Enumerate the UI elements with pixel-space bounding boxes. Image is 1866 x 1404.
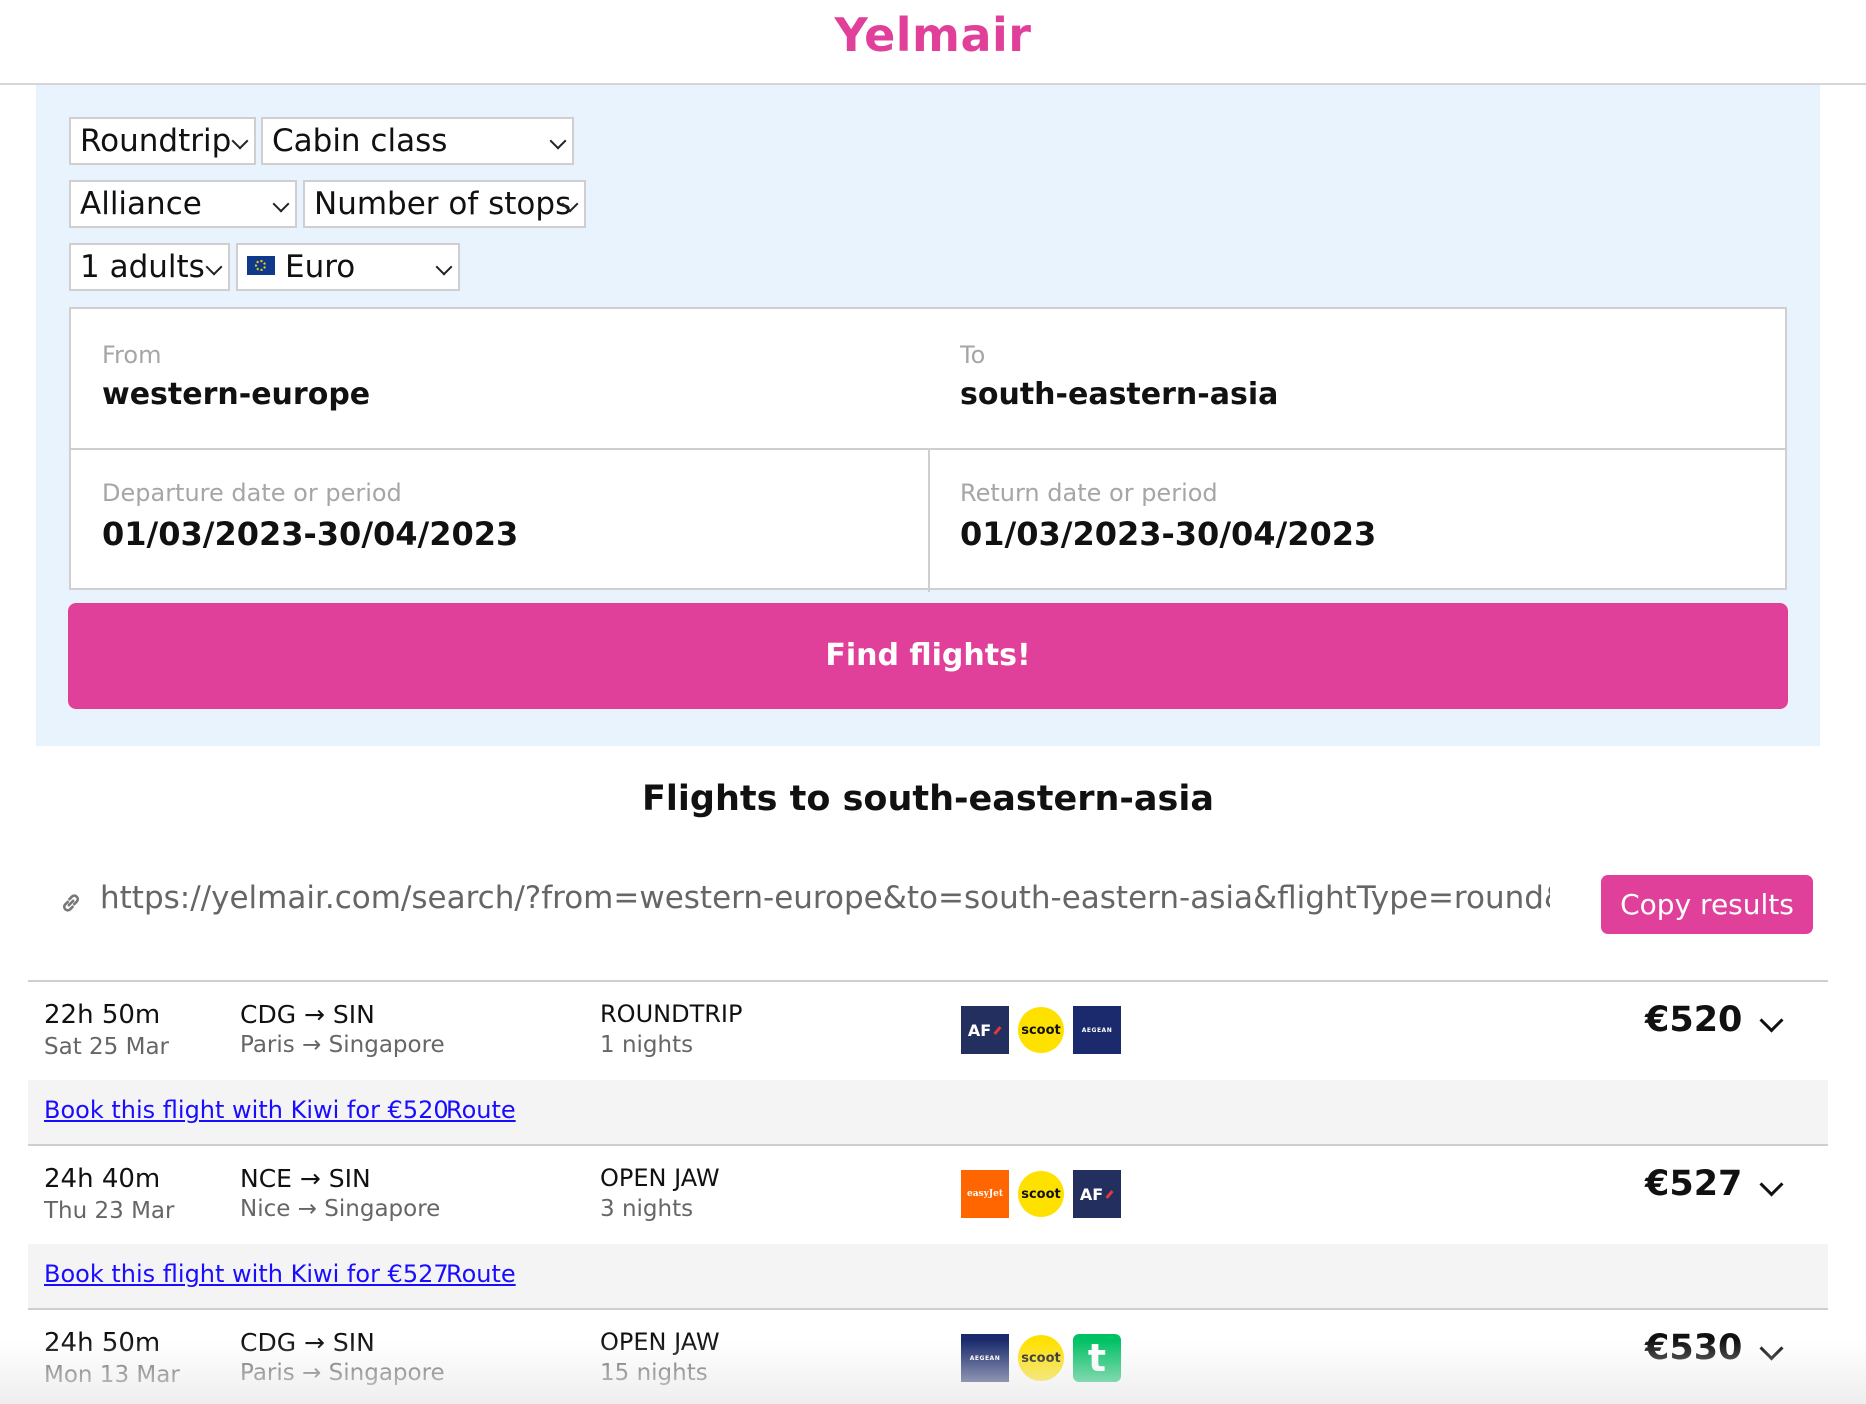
- chevron-down-icon[interactable]: [1759, 1172, 1784, 1197]
- alliance-select[interactable]: Alliance: [69, 180, 297, 228]
- trip-type: ROUNDTRIP: [600, 1000, 743, 1028]
- trip-type: OPEN JAW: [600, 1328, 720, 1356]
- to-label: To: [960, 341, 986, 369]
- air-france-logo-icon: AF: [961, 1006, 1009, 1054]
- chevron-down-icon: [272, 195, 290, 213]
- cabin-class-value: Cabin class: [272, 123, 448, 159]
- return-date-field[interactable]: Return date or period 01/03/2023-30/04/2…: [960, 479, 1376, 553]
- cabin-class-select[interactable]: Cabin class: [261, 117, 574, 165]
- airline-logos: AEGEAN scoot t: [961, 1334, 1121, 1382]
- stops-select[interactable]: Number of stops: [303, 180, 586, 228]
- flight-duration: 24h 50m: [44, 1328, 161, 1358]
- airline-logos: AF scoot AEGEAN: [961, 1006, 1121, 1054]
- yelmair-logo[interactable]: Yelmair: [0, 8, 1866, 62]
- scoot-logo-icon: scoot: [1017, 1334, 1065, 1382]
- flight-result[interactable]: 22h 50m Sat 25 Mar CDG → SIN Paris → Sin…: [28, 980, 1828, 1144]
- to-field[interactable]: To south-eastern-asia: [960, 341, 1278, 412]
- return-label: Return date or period: [960, 479, 1218, 507]
- airport-codes: CDG → SIN: [240, 1328, 375, 1357]
- flight-result[interactable]: 24h 40m Thu 23 Mar NCE → SIN Nice → Sing…: [28, 1144, 1828, 1308]
- flight-date: Thu 23 Mar: [44, 1198, 175, 1224]
- currency-select[interactable]: Euro: [236, 243, 460, 291]
- easyjet-logo-icon: easyJet: [961, 1170, 1009, 1218]
- flight-price: €527: [1645, 1164, 1743, 1204]
- airline-logos: easyJet scoot AF: [961, 1170, 1121, 1218]
- booking-bar: Book this flight with Kiwi for €520 Rout…: [28, 1080, 1828, 1144]
- from-field[interactable]: From western-europe: [102, 341, 370, 412]
- airport-codes: CDG → SIN: [240, 1000, 375, 1029]
- flight-date: Mon 13 Mar: [44, 1362, 180, 1388]
- departure-value: 01/03/2023-30/04/2023: [102, 515, 519, 553]
- copy-results-button[interactable]: Copy results: [1601, 875, 1813, 934]
- flight-date: Sat 25 Mar: [44, 1034, 169, 1060]
- alliance-value: Alliance: [80, 186, 202, 222]
- chevron-down-icon[interactable]: [1759, 1336, 1784, 1361]
- flight-price: €530: [1645, 1328, 1743, 1368]
- trip-type: OPEN JAW: [600, 1164, 720, 1192]
- share-url-field[interactable]: https://yelmair.com/search/?from=western…: [100, 880, 1550, 916]
- results-title: Flights to south-eastern-asia: [642, 779, 1214, 819]
- divider: [928, 448, 930, 592]
- nights-count: 1 nights: [600, 1032, 694, 1058]
- flight-duration: 22h 50m: [44, 1000, 161, 1030]
- eu-flag-icon: [247, 256, 275, 275]
- to-value: south-eastern-asia: [960, 377, 1279, 412]
- divider: [28, 1144, 1828, 1146]
- currency-value: Euro: [285, 249, 356, 285]
- city-names: Paris → Singapore: [240, 1360, 445, 1386]
- book-with-kiwi-link[interactable]: Book this flight with Kiwi for €520: [44, 1096, 449, 1124]
- return-value: 01/03/2023-30/04/2023: [960, 515, 1377, 553]
- aegean-logo-icon: AEGEAN: [1073, 1006, 1121, 1054]
- from-value: western-europe: [102, 377, 371, 412]
- booking-bar: Book this flight with Kiwi for €527 Rout…: [28, 1244, 1828, 1308]
- route-link[interactable]: Route: [446, 1260, 516, 1288]
- flight-duration: 24h 40m: [44, 1164, 161, 1194]
- trip-type-value: Roundtrip: [80, 123, 232, 159]
- flight-price: €520: [1645, 1000, 1743, 1040]
- flight-result[interactable]: 24h 50m Mon 13 Mar CDG → SIN Paris → Sin…: [28, 1308, 1828, 1404]
- scoot-logo-icon: scoot: [1017, 1170, 1065, 1218]
- divider: [28, 980, 1828, 982]
- chevron-down-icon: [549, 132, 567, 150]
- chevron-down-icon: [205, 258, 223, 276]
- trip-type-select[interactable]: Roundtrip: [69, 117, 256, 165]
- chevron-down-icon: [435, 258, 453, 276]
- from-label: From: [102, 341, 162, 369]
- top-header: Yelmair: [0, 0, 1866, 85]
- city-names: Paris → Singapore: [240, 1032, 445, 1058]
- aegean-logo-icon: AEGEAN: [961, 1334, 1009, 1382]
- find-flights-button[interactable]: Find flights!: [68, 603, 1788, 709]
- passengers-value: 1 adults: [80, 249, 205, 285]
- stops-value: Number of stops: [314, 186, 572, 222]
- book-with-kiwi-link[interactable]: Book this flight with Kiwi for €527: [44, 1260, 449, 1288]
- route-link[interactable]: Route: [446, 1096, 516, 1124]
- city-names: Nice → Singapore: [240, 1196, 441, 1222]
- transavia-logo-icon: t: [1073, 1334, 1121, 1382]
- link-icon: [63, 894, 79, 912]
- departure-date-field[interactable]: Departure date or period 01/03/2023-30/0…: [102, 479, 518, 553]
- airport-codes: NCE → SIN: [240, 1164, 371, 1193]
- chevron-down-icon: [231, 132, 249, 150]
- nights-count: 3 nights: [600, 1196, 694, 1222]
- divider: [28, 1308, 1828, 1310]
- chevron-down-icon[interactable]: [1759, 1008, 1784, 1033]
- route-dates-form: From western-europe To south-eastern-asi…: [69, 307, 1787, 592]
- departure-label: Departure date or period: [102, 479, 402, 507]
- scoot-logo-icon: scoot: [1017, 1006, 1065, 1054]
- passengers-select[interactable]: 1 adults: [69, 243, 230, 291]
- nights-count: 15 nights: [600, 1360, 708, 1386]
- air-france-logo-icon: AF: [1073, 1170, 1121, 1218]
